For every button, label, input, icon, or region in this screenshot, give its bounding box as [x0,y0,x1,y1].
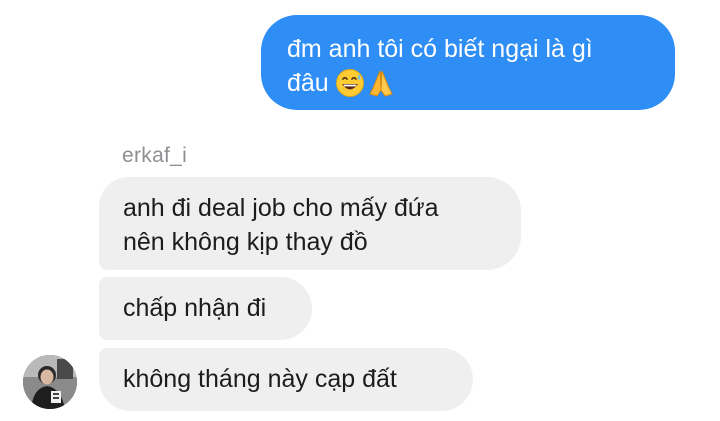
grinning-sweat-emoji-icon [335,68,365,107]
outgoing-message-bubble[interactable]: đm anh tôi có biết ngại là gì đâu [261,15,675,110]
sender-name: erkaf_i [122,144,188,167]
outgoing-message-line-2-text: đâu [287,69,329,97]
incoming-message-line: chấp nhận đi [123,294,267,322]
folded-hands-emoji-icon [367,68,395,107]
outgoing-message-line-1: đm anh tôi có biết ngại là gì [287,35,593,63]
avatar-photo-icon [23,355,77,409]
incoming-message-line: không tháng này cạp đất [123,365,397,393]
outgoing-message-line-2: đâu [287,66,651,107]
incoming-message-line: nên không kịp thay đồ [123,228,368,256]
incoming-message-bubble[interactable]: chấp nhận đi [99,277,312,340]
incoming-message-bubble[interactable]: không tháng này cạp đất [99,348,473,411]
incoming-message-bubble[interactable]: anh đi deal job cho mấy đứa nên không kị… [99,177,521,270]
sender-avatar[interactable] [23,355,77,409]
incoming-message-line: anh đi deal job cho mấy đứa [123,194,439,222]
